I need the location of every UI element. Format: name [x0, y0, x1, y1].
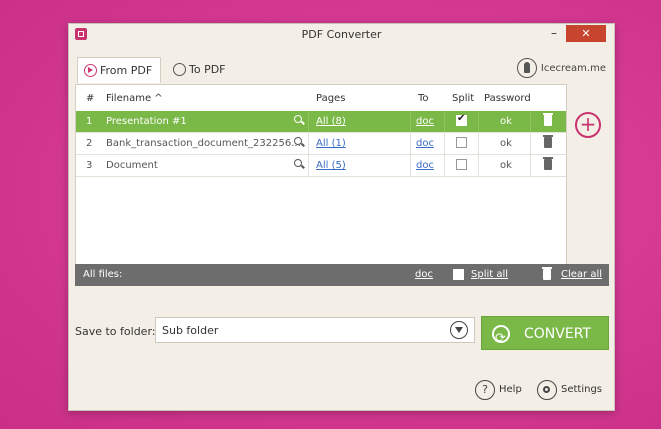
search-icon[interactable]	[294, 159, 302, 167]
save-to-folder-label: Save to folder:	[75, 325, 156, 338]
all-files-format-link[interactable]: doc	[415, 269, 433, 280]
header-num: #	[86, 93, 95, 104]
column-divider	[478, 155, 479, 176]
split-checkbox[interactable]	[456, 137, 467, 148]
gear-icon	[537, 380, 557, 400]
file-table: # Filename ^ Pages To Split Password 1 P…	[75, 84, 567, 286]
row-format-link[interactable]: doc	[416, 138, 434, 149]
search-icon[interactable]	[294, 115, 302, 123]
header-password: Password	[484, 93, 531, 104]
row-filename: Bank_transaction_document_232256...	[106, 138, 301, 149]
brand-label: Icecream.me	[540, 63, 606, 74]
header-pages: Pages	[316, 93, 346, 104]
column-divider	[410, 155, 411, 176]
trash-icon[interactable]	[543, 113, 553, 126]
row-filename: Presentation #1	[106, 116, 187, 127]
split-checkbox[interactable]	[456, 159, 467, 170]
table-header: # Filename ^ Pages To Split Password	[76, 85, 566, 111]
header-filename[interactable]: Filename ^	[106, 93, 163, 104]
table-row[interactable]: 3 Document All (5) doc ok	[76, 155, 566, 177]
column-divider	[444, 133, 445, 154]
column-divider	[308, 111, 309, 132]
title-bar: PDF Converter – ✕	[69, 24, 614, 44]
save-folder-value: Sub folder	[162, 324, 219, 337]
convert-icon	[492, 322, 510, 356]
clear-all-link[interactable]: Clear all	[561, 269, 602, 280]
row-format-link[interactable]: doc	[416, 160, 434, 171]
window-title: PDF Converter	[301, 28, 382, 41]
column-divider	[444, 155, 445, 176]
header-to: To	[418, 93, 429, 104]
row-num: 3	[86, 160, 93, 171]
column-divider	[410, 133, 411, 154]
brand-link[interactable]: Icecream.me	[516, 58, 606, 80]
row-password[interactable]: ok	[500, 138, 512, 149]
tab-from-pdf-label: From PDF	[100, 64, 153, 77]
trash-icon[interactable]	[543, 157, 553, 170]
convert-button[interactable]: CONVERT	[481, 316, 609, 356]
column-divider	[530, 155, 531, 176]
row-format-link[interactable]: doc	[416, 116, 434, 127]
tab-to-pdf[interactable]: To PDF	[167, 57, 259, 83]
all-files-bar: All files: doc Split all Clear all	[75, 264, 609, 286]
split-checkbox[interactable]	[456, 113, 467, 126]
column-divider	[308, 133, 309, 154]
column-divider	[530, 133, 531, 154]
save-folder-select[interactable]: Sub folder	[155, 317, 475, 343]
column-divider	[410, 111, 411, 132]
to-pdf-icon	[173, 63, 186, 76]
tab-from-pdf[interactable]: From PDF	[77, 57, 161, 83]
row-pages-link[interactable]: All (1)	[316, 138, 346, 149]
add-file-button[interactable]: +	[575, 112, 601, 138]
split-all-checkbox[interactable]	[453, 269, 464, 280]
settings-label: Settings	[561, 384, 603, 395]
close-button[interactable]: ✕	[566, 25, 606, 42]
chevron-down-icon[interactable]	[450, 321, 468, 339]
table-row[interactable]: 1 Presentation #1 All (8) doc ok	[76, 111, 566, 133]
search-icon[interactable]	[294, 137, 302, 145]
row-num: 1	[86, 116, 93, 127]
convert-label: CONVERT	[524, 326, 591, 342]
help-label: Help	[499, 384, 522, 395]
trash-icon[interactable]	[542, 267, 552, 280]
column-divider	[444, 111, 445, 132]
all-files-label: All files:	[83, 269, 123, 280]
plus-icon: +	[579, 112, 597, 136]
pdf-converter-window: PDF Converter – ✕ From PDF To PDF Icecre…	[68, 23, 615, 411]
row-password[interactable]: ok	[500, 160, 512, 171]
row-filename: Document	[106, 160, 158, 171]
help-icon: ?	[475, 380, 495, 400]
tab-to-pdf-label: To PDF	[189, 63, 226, 76]
column-divider	[478, 133, 479, 154]
row-pages-link[interactable]: All (5)	[316, 160, 346, 171]
help-button[interactable]: ? Help	[475, 380, 522, 400]
column-divider	[478, 111, 479, 132]
header-split: Split	[452, 93, 475, 104]
row-num: 2	[86, 138, 93, 149]
minimize-button[interactable]: –	[544, 26, 564, 42]
column-divider	[530, 111, 531, 132]
column-divider	[308, 155, 309, 176]
from-pdf-icon	[84, 64, 97, 77]
row-pages-link[interactable]: All (8)	[316, 116, 346, 127]
settings-button[interactable]: Settings	[537, 380, 602, 400]
icecream-logo-icon	[516, 58, 537, 78]
table-row[interactable]: 2 Bank_transaction_document_232256... Al…	[76, 133, 566, 155]
trash-icon[interactable]	[543, 135, 553, 148]
row-password[interactable]: ok	[500, 116, 512, 127]
split-all-link[interactable]: Split all	[471, 269, 508, 280]
